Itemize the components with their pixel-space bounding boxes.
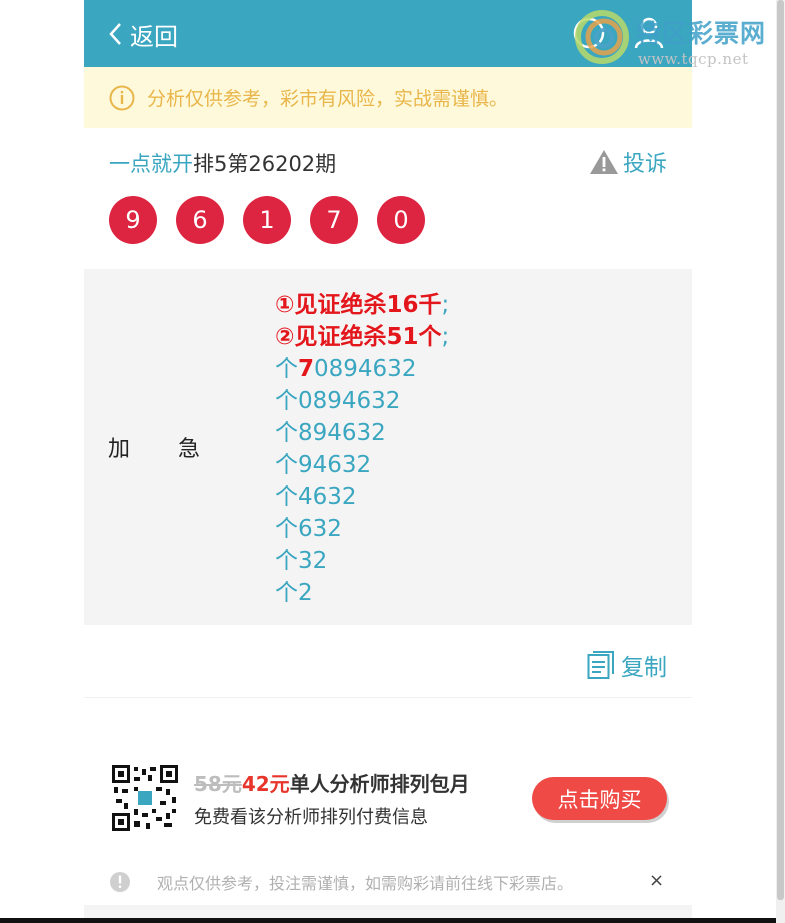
promo-title: 58元42元单人分析师排列包月	[194, 772, 470, 796]
prediction-line: ②见证绝杀51个;	[275, 324, 450, 350]
back-button[interactable]: 返回	[108, 14, 178, 54]
new-price: 42元	[241, 772, 290, 796]
prediction-line: 个94632	[275, 452, 372, 478]
prediction-lines: ①见证绝杀16千; ②见证绝杀51个; 个70894632 个0894632 个…	[275, 289, 449, 609]
prediction-line: 个894632	[275, 420, 386, 446]
info-icon	[109, 85, 135, 110]
result-ball: 7	[310, 196, 358, 244]
warning-icon	[589, 150, 618, 174]
prediction-line: 个32	[275, 548, 328, 574]
top-bar: 返回	[84, 0, 692, 67]
copy-label: 复制	[621, 655, 667, 681]
close-icon[interactable]: ×	[649, 870, 664, 891]
message-icon[interactable]	[572, 16, 606, 50]
page: 返回 分析仅供参考，彩市有风险，实战需谨慎。 一点就开排5第26202期 投诉 …	[84, 0, 692, 923]
risk-notice: 分析仅供参考，彩市有风险，实战需谨慎。	[84, 67, 692, 128]
complain-button[interactable]: 投诉	[589, 146, 667, 178]
result-ball: 6	[176, 196, 224, 244]
issue-number: 排5第26202期	[193, 152, 337, 176]
disclaimer: 观点仅供参考，投注需谨慎，如需购彩请前往线下彩票店。	[109, 870, 573, 894]
prediction-line: 个70894632	[275, 356, 417, 382]
chevron-left-icon	[109, 23, 121, 45]
user-icon[interactable]	[634, 16, 664, 50]
prediction-content: 加 急 ①见证绝杀16千; ②见证绝杀51个; 个70894632 个08946…	[84, 269, 692, 625]
disclaimer-text: 观点仅供参考，投注需谨慎，如需购彩请前往线下彩票店。	[157, 874, 574, 893]
analyst-link[interactable]: 一点就开	[109, 152, 193, 176]
result-ball: 0	[377, 196, 425, 244]
promo-subtitle: 免费看该分析师排列付费信息	[194, 807, 428, 828]
prediction-line: 个4632	[275, 484, 357, 510]
issue-title: 一点就开排5第26202期	[109, 148, 336, 178]
back-label: 返回	[130, 22, 178, 51]
copy-icon	[587, 651, 614, 679]
prediction-line: ①见证绝杀16千;	[275, 292, 450, 318]
urgent-tag: 加 急	[108, 437, 201, 462]
buy-button[interactable]: 点击购买	[532, 777, 667, 820]
old-price: 58元	[194, 772, 242, 796]
divider	[84, 697, 692, 698]
qr-code-icon	[112, 765, 178, 831]
notice-text: 分析仅供参考，彩市有风险，实战需谨慎。	[147, 88, 509, 110]
result-ball: 9	[109, 196, 157, 244]
complain-label: 投诉	[622, 152, 667, 177]
prediction-line: 个0894632	[275, 388, 401, 414]
scrollbar-thumb[interactable]	[777, 0, 784, 900]
copy-button[interactable]: 复制	[587, 648, 667, 682]
info-icon	[110, 872, 130, 892]
prediction-line: 个632	[275, 516, 342, 542]
draw-result: 9 6 1 7 0	[109, 196, 444, 244]
result-ball: 1	[243, 196, 291, 244]
prediction-line: 个2	[275, 580, 313, 606]
bottom-edge	[0, 918, 776, 923]
